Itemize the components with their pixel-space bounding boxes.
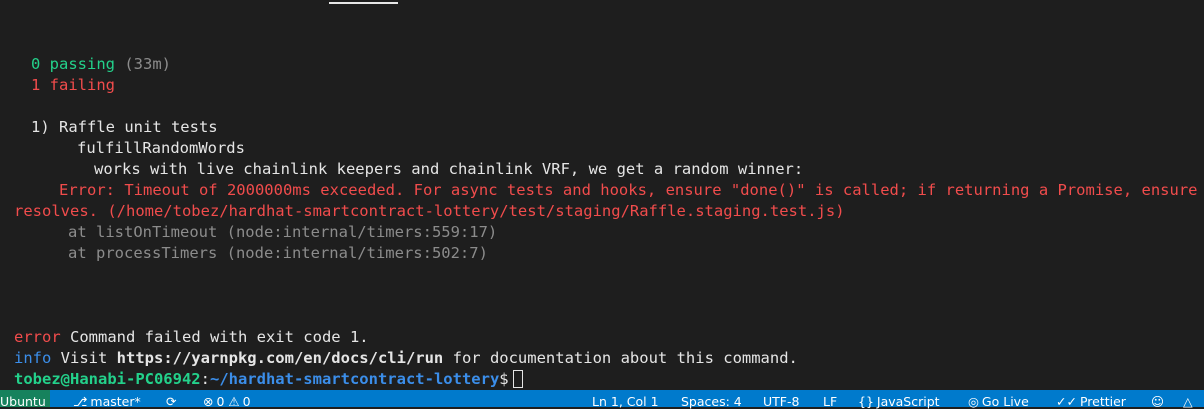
error-message-line1: Error: Timeout of 2000000ms exceeded. Fo… (59, 181, 1204, 199)
failing-count: 1 failing (31, 76, 115, 94)
stack-frame-1: at listOnTimeout (node:internal/timers:5… (68, 223, 498, 241)
shell-prompt[interactable]: tobez@Hanabi-PC06942:~/hardhat-smartcont… (14, 369, 523, 390)
failed-suite: 1) Raffle unit tests (31, 118, 218, 136)
prompt-symbol: $ (499, 370, 509, 388)
error-text: Command failed with exit code 1. (60, 328, 369, 346)
passing-line: 0 passing (33m) (31, 54, 171, 75)
info-rest: for documentation about this command. (443, 349, 798, 367)
status-bar: Ubuntu ⎇ master* ⟳ ⊗ 0 ⚠ 0 Ln 1, Col 1 Spac… (0, 390, 1204, 409)
failed-test-title: works with live chainlink keepers and ch… (94, 160, 804, 178)
passing-duration: (33m) (124, 55, 172, 73)
failed-describe: fulfillRandomWords (77, 139, 245, 157)
yarn-info-line: info Visit https://yarnpkg.com/en/docs/c… (14, 348, 798, 369)
passing-count: 0 passing (31, 55, 115, 73)
info-label: info (14, 349, 52, 367)
terminal-cursor (512, 370, 523, 388)
docs-link[interactable]: https://yarnpkg.com/en/docs/cli/run (117, 349, 444, 367)
stack-frame-2: at processTimers (node:internal/timers:5… (68, 244, 488, 262)
error-label: error (14, 328, 61, 346)
prompt-separator: : (200, 370, 210, 388)
yarn-error-line: error Command failed with exit code 1. (14, 327, 369, 348)
terminal-panel[interactable]: 0 passing (33m) 1 failing 1) Raffle unit… (0, 0, 1204, 390)
error-message-line2: resolves. (/home/tobez/hardhat-smartcont… (14, 202, 845, 220)
prompt-path: ~/hardhat-smartcontract-lottery (209, 370, 500, 388)
info-visit: Visit (51, 349, 117, 367)
prompt-user: tobez@Hanabi-PC06942 (14, 370, 201, 388)
